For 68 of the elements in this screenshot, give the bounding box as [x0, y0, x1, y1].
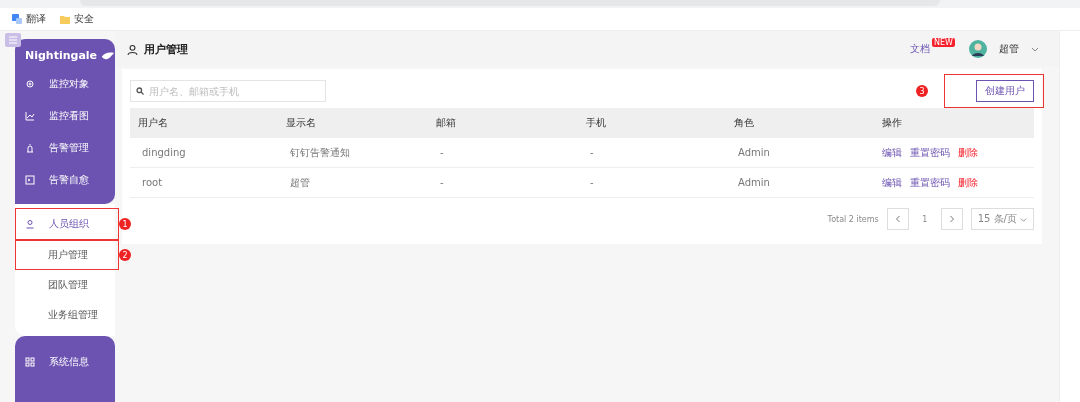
column-header: 用户名 — [137, 115, 169, 130]
action-link[interactable]: 重置密码 — [910, 175, 950, 190]
submenu-item[interactable]: 业务组管理 — [15, 300, 115, 330]
sidebar-item[interactable]: 监控看图 — [15, 100, 115, 132]
page-size-select[interactable]: 15 条/页 — [970, 208, 1034, 230]
column-header: 邮箱 — [435, 115, 457, 130]
docs-link[interactable]: 文档 — [910, 42, 931, 56]
column-header: 操作 — [881, 115, 903, 130]
terminal-icon — [25, 175, 35, 185]
sidebar-item-label: 系统信息 — [49, 355, 89, 369]
avatar[interactable] — [969, 40, 987, 58]
table-cell-text: - — [439, 177, 445, 188]
table-cell-text: root — [141, 177, 164, 188]
action-link[interactable]: 编辑 — [882, 145, 902, 160]
total-count: Total 2 items — [827, 214, 879, 224]
menu-icon — [9, 36, 17, 44]
sidebar-item[interactable]: 监控对象 — [15, 68, 115, 100]
step-number: 3 — [916, 85, 928, 97]
sidebar-item-label: 监控看图 — [49, 109, 89, 123]
app-logo: Nightingale — [15, 39, 115, 68]
sidebar-item-label: 人员组织 — [49, 217, 89, 231]
action-link[interactable]: 删除 — [958, 145, 978, 160]
sidebar-item[interactable]: 告警管理 — [15, 132, 115, 164]
page-number[interactable]: 1 — [916, 214, 933, 224]
bookmark[interactable]: 安全 — [60, 12, 94, 26]
action-link[interactable]: 编辑 — [882, 175, 902, 190]
step-number: 1 — [119, 218, 131, 230]
table-cell-text: dingding — [141, 147, 187, 158]
target-icon — [25, 79, 35, 89]
chevron-down-icon — [1020, 215, 1027, 223]
translate-icon — [12, 14, 22, 24]
menu-toggle-button[interactable] — [5, 33, 21, 47]
page-title: 用户管理 — [144, 41, 188, 57]
table-cell-text: 钉钉告警通知 — [289, 145, 351, 160]
action-link[interactable]: 删除 — [958, 175, 978, 190]
grid-icon — [25, 357, 35, 367]
sidebar-item-label: 告警管理 — [49, 141, 89, 155]
user-icon — [25, 219, 35, 229]
user-name[interactable]: 超管 — [999, 42, 1019, 56]
line-chart-icon — [25, 111, 35, 121]
chevron-left-icon — [894, 215, 901, 223]
table-cell-text: - — [439, 147, 445, 158]
column-header: 手机 — [585, 115, 607, 130]
action-link[interactable]: 重置密码 — [910, 145, 950, 160]
next-page-button[interactable] — [940, 208, 963, 230]
step-number: 2 — [119, 249, 131, 261]
bookmark[interactable]: 翻译 — [12, 12, 46, 26]
new-badge: NEW — [932, 38, 955, 47]
previous-page-button[interactable] — [886, 208, 909, 230]
table-cell-text: Admin — [737, 147, 771, 158]
sidebar-item[interactable]: 系统信息 — [15, 346, 115, 378]
search-icon — [136, 87, 144, 95]
column-header: 显示名 — [285, 115, 317, 130]
table-cell-text: 超管 — [289, 175, 311, 190]
chevron-right-icon — [948, 215, 955, 223]
submenu-item[interactable]: 团队管理 — [15, 270, 115, 300]
sidebar-item-label: 监控对象 — [49, 77, 89, 91]
chevron-down-icon[interactable] — [1031, 45, 1039, 53]
table-cell-text: - — [589, 177, 595, 188]
user-icon — [127, 43, 138, 55]
table-cell-text: Admin — [737, 177, 771, 188]
table-cell-text: - — [589, 147, 595, 158]
alarm-icon — [25, 143, 35, 153]
column-header: 角色 — [733, 115, 755, 130]
folder-icon — [60, 14, 70, 24]
create-user-button[interactable]: 创建用户 — [976, 80, 1034, 102]
sidebar-item-label: 告警自愈 — [49, 173, 89, 187]
sidebar-item[interactable]: 告警自愈 — [15, 164, 115, 196]
